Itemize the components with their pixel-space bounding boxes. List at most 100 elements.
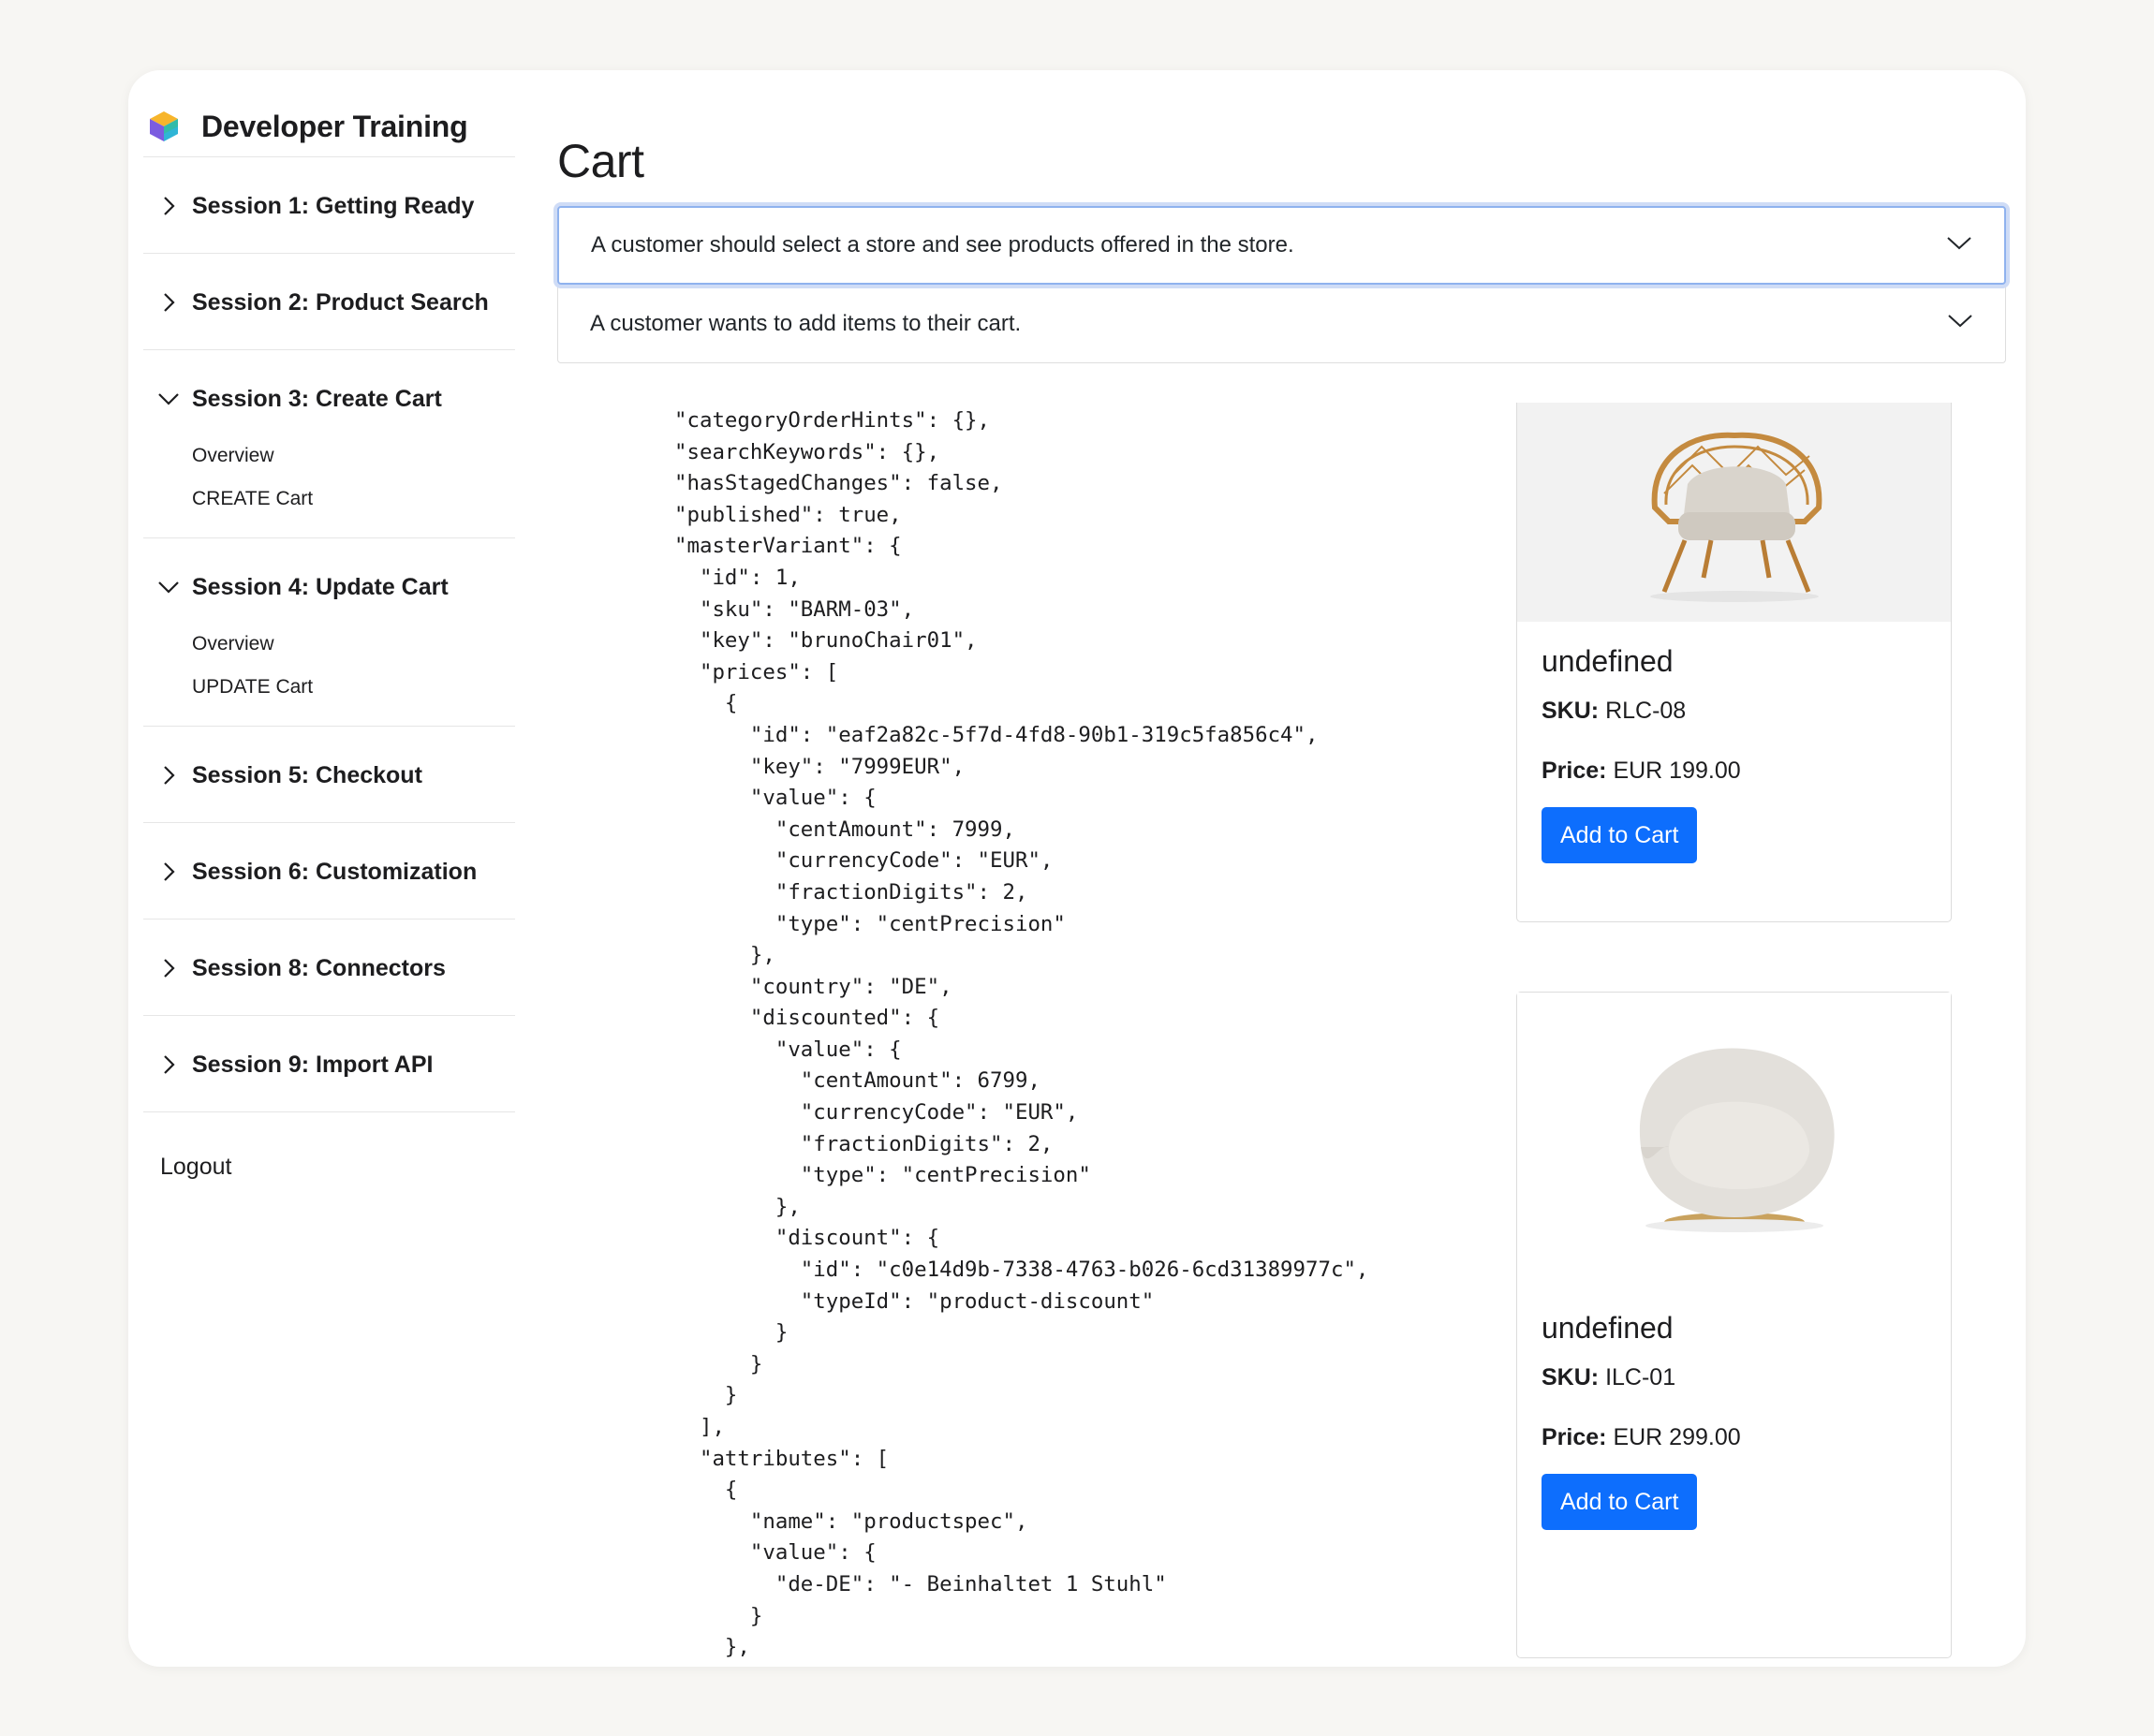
sidebar-nav: Session 1: Getting Ready Session 2: Prod…	[143, 156, 515, 1181]
product-name: undefined	[1542, 644, 1674, 678]
nav-header-session-9[interactable]: Session 9: Import API	[156, 1016, 515, 1113]
code-line: "id": "eaf2a82c-5f7d-4fd8-90b1-319c5fa85…	[749, 722, 1319, 747]
code-line: "id": "c0e14d9b-7338-4763-b026-6cd313899…	[800, 1258, 1369, 1283]
code-line: }	[775, 1320, 789, 1346]
code-line: },	[749, 943, 775, 968]
code-line: "sku": "BARM-03",	[699, 596, 915, 622]
code-line: "type": "centPrecision"	[800, 1163, 1091, 1188]
divider	[143, 1111, 515, 1112]
code-line: "fractionDigits": 2,	[800, 1131, 1054, 1156]
product-image-boucle-armchair	[1517, 993, 1951, 1292]
code-line: "published": true,	[674, 502, 902, 527]
nav-header-session-6[interactable]: Session 6: Customization	[156, 823, 515, 920]
product-card: undefined SKU: RLC-08 Price: EUR 199.00 …	[1516, 403, 1952, 922]
product-price: Price: EUR 199.00	[1542, 758, 1926, 785]
code-line: "hasStagedChanges": false,	[674, 471, 1003, 496]
nav-title: Session 6: Customization	[192, 858, 478, 885]
accordion-item-text: A customer wants to add items to their c…	[590, 310, 1022, 336]
accordion: A customer should select a store and see…	[557, 206, 2006, 363]
nav-link-update-cart[interactable]: UPDATE Cart	[192, 666, 515, 709]
product-price: Price: EUR 299.00	[1542, 1424, 1926, 1451]
nav-title: Session 4: Update Cart	[192, 573, 449, 600]
nav-section-session-4: Session 4: Update Cart Overview UPDATE C…	[143, 537, 515, 726]
sku-label: SKU:	[1542, 1364, 1600, 1390]
nav-link-overview[interactable]: Overview	[192, 623, 515, 666]
product-image-rattan-armchair	[1517, 403, 1951, 622]
nav-header-session-4[interactable]: Session 4: Update Cart	[156, 538, 515, 636]
code-line: "currencyCode": "EUR",	[775, 848, 1054, 874]
code-line: "value": {	[775, 1037, 902, 1062]
nav-title: Session 5: Checkout	[192, 761, 422, 788]
code-line: }	[749, 1351, 763, 1376]
code-line: "centAmount": 6799,	[800, 1068, 1040, 1094]
code-line: "typeId": "product-discount"	[800, 1288, 1155, 1314]
nav-link-create-cart[interactable]: CREATE Cart	[192, 478, 515, 521]
card-body: undefined SKU: ILC-01 Price: EUR 299.00 …	[1517, 1311, 1951, 1530]
code-line: "id": 1,	[699, 565, 801, 590]
nav-header-session-8[interactable]: Session 8: Connectors	[156, 919, 515, 1017]
chevron-right-icon	[156, 1052, 181, 1077]
code-line: "prices": [	[699, 659, 839, 684]
nav-title: Session 2: Product Search	[192, 288, 489, 316]
code-line: "currencyCode": "EUR",	[800, 1100, 1079, 1125]
nav-section-session-2: Session 2: Product Search	[143, 253, 515, 349]
nav-title: Session 3: Create Cart	[192, 385, 442, 412]
price-value: EUR 299.00	[1613, 1424, 1741, 1450]
price-label: Price:	[1542, 1424, 1607, 1450]
card-body: undefined SKU: RLC-08 Price: EUR 199.00 …	[1517, 644, 1951, 863]
code-line: "key": "7999EUR",	[749, 754, 966, 779]
nav-link-overview[interactable]: Overview	[192, 434, 515, 478]
code-line: }	[749, 1603, 763, 1628]
nav-title: Session 1: Getting Ready	[192, 192, 475, 219]
chevron-down-icon	[156, 387, 181, 411]
nav-title: Session 9: Import API	[192, 1051, 434, 1078]
code-line: "country": "DE",	[749, 974, 952, 999]
accordion-item-add-to-cart[interactable]: A customer wants to add items to their c…	[557, 285, 2006, 363]
nav-section-session-9: Session 9: Import API	[143, 1015, 515, 1111]
accordion-item-text: A customer should select a store and see…	[591, 232, 1294, 257]
code-line: "de-DE": "- Beinhaltet 1 Stuhl"	[775, 1571, 1167, 1596]
price-label: Price:	[1542, 758, 1607, 784]
app-title: Developer Training	[201, 109, 468, 143]
nav-section-session-1: Session 1: Getting Ready	[143, 156, 515, 253]
page-title: Cart	[557, 135, 644, 187]
nav-header-session-3[interactable]: Session 3: Create Cart	[156, 350, 515, 448]
chevron-down-icon	[1947, 314, 1973, 333]
nav-section-session-3: Session 3: Create Cart Overview CREATE C…	[143, 349, 515, 537]
code-line: "masterVariant": {	[674, 534, 902, 559]
code-line: },	[674, 1635, 750, 1660]
chevron-down-icon	[1946, 236, 1972, 256]
accordion-item-select-store[interactable]: A customer should select a store and see…	[557, 206, 2006, 285]
product-sku: SKU: RLC-08	[1542, 698, 1926, 725]
code-line: "key": "brunoChair01",	[699, 628, 978, 654]
nav-header-session-2[interactable]: Session 2: Product Search	[156, 254, 515, 351]
code-line: "searchKeywords": {},	[674, 439, 940, 464]
code-line: ],	[699, 1415, 725, 1439]
add-to-cart-button[interactable]: Add to Cart	[1542, 807, 1698, 863]
code-line: "discount": {	[775, 1226, 940, 1251]
code-line: "attributes": [	[699, 1446, 890, 1471]
code-line: {	[724, 691, 738, 716]
chevron-right-icon	[156, 860, 181, 884]
logout-link[interactable]: Logout	[143, 1154, 515, 1181]
code-line: "fractionDigits": 2,	[775, 879, 1028, 905]
logo-icon	[150, 111, 178, 141]
product-sku: SKU: ILC-01	[1542, 1364, 1926, 1391]
product-name: undefined	[1542, 1311, 1674, 1345]
code-line: "value": {	[749, 786, 877, 811]
nav-section-session-8: Session 8: Connectors	[143, 919, 515, 1015]
code-line: "value": {	[749, 1540, 877, 1566]
code-line: "type": "centPrecision"	[775, 911, 1066, 936]
code-line: }	[724, 1383, 738, 1408]
code-line: "name": "productspec",	[749, 1508, 1028, 1534]
sku-value: ILC-01	[1605, 1364, 1676, 1390]
json-response-code: "categoryOrderHints": {}, "searchKeyword…	[674, 405, 1368, 1664]
code-line: "categoryOrderHints": {},	[674, 408, 991, 433]
brand[interactable]: Developer Training	[143, 94, 468, 159]
price-value: EUR 199.00	[1613, 758, 1741, 784]
sku-value: RLC-08	[1605, 698, 1687, 724]
nav-header-session-1[interactable]: Session 1: Getting Ready	[156, 157, 515, 255]
nav-header-session-5[interactable]: Session 5: Checkout	[156, 727, 515, 824]
sidebar: Developer Training Session 1: Getting Re…	[143, 70, 515, 1667]
add-to-cart-button[interactable]: Add to Cart	[1542, 1474, 1698, 1530]
